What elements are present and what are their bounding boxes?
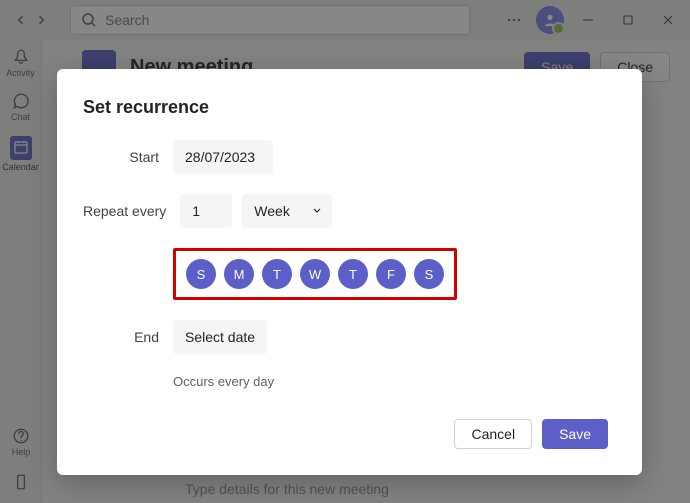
repeat-row: Repeat every 1 Week <box>83 194 608 228</box>
cancel-button[interactable]: Cancel <box>454 419 532 449</box>
repeat-label: Repeat every <box>83 203 180 219</box>
repeat-unit-value: Week <box>254 203 290 219</box>
start-label: Start <box>83 149 173 165</box>
app-root: Activity Chat Calendar Help New meeting … <box>0 0 690 503</box>
start-date-field[interactable]: 28/07/2023 <box>173 140 273 174</box>
days-of-week: S M T W T F S <box>173 248 457 300</box>
day-saturday[interactable]: S <box>414 259 444 289</box>
save-button[interactable]: Save <box>542 419 608 449</box>
modal-footer: Cancel Save <box>83 419 608 449</box>
recurrence-summary: Occurs every day <box>173 374 608 389</box>
end-date-value: Select date <box>185 329 255 345</box>
day-friday[interactable]: F <box>376 259 406 289</box>
repeat-unit-dropdown[interactable]: Week <box>242 194 332 228</box>
end-label: End <box>83 329 173 345</box>
recurrence-modal: Set recurrence Start 28/07/2023 Repeat e… <box>57 69 642 475</box>
day-monday[interactable]: M <box>224 259 254 289</box>
chevron-down-icon <box>312 206 322 216</box>
day-sunday[interactable]: S <box>186 259 216 289</box>
start-date-value: 28/07/2023 <box>185 149 255 165</box>
end-row: End Select date <box>83 320 608 354</box>
modal-title: Set recurrence <box>83 97 608 118</box>
day-tuesday[interactable]: T <box>262 259 292 289</box>
day-thursday[interactable]: T <box>338 259 368 289</box>
start-row: Start 28/07/2023 <box>83 140 608 174</box>
repeat-interval-input[interactable]: 1 <box>180 194 232 228</box>
repeat-interval-value: 1 <box>192 203 200 219</box>
end-date-field[interactable]: Select date <box>173 320 267 354</box>
day-wednesday[interactable]: W <box>300 259 330 289</box>
